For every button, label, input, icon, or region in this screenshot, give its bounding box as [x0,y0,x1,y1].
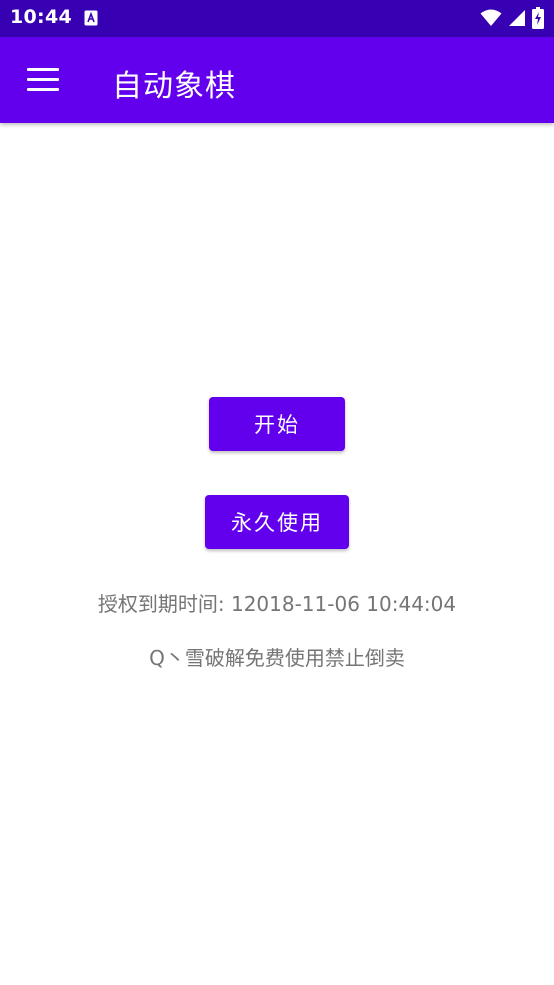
notice-text: Q丶雪破解免费使用禁止倒卖 [149,646,405,670]
license-expiry-text: 授权到期时间: 12018-11-06 10:44:04 [97,592,457,616]
permanent-use-button[interactable]: 永久使用 [205,495,349,549]
status-time: 10:44 [10,6,72,28]
status-bar: 10:44 [0,0,554,37]
start-button[interactable]: 开始 [209,397,345,451]
menu-icon[interactable] [27,68,59,92]
status-icons [480,7,544,29]
page-title: 自动象棋 [112,69,236,104]
wifi-icon [480,9,502,26]
signal-icon [509,10,525,26]
battery-charging-icon [532,7,544,29]
app-bar: 自动象棋 [0,37,554,123]
a-letter-icon [84,10,98,26]
